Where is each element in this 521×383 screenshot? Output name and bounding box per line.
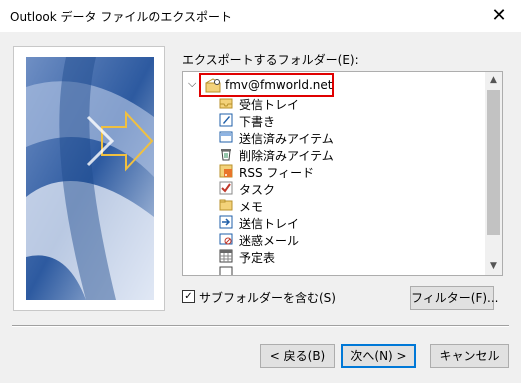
include-subfolders-label[interactable]: サブフォルダーを含む(S) [199,289,336,306]
wizard-illustration-panel [13,46,165,311]
inbox-icon [219,98,233,109]
scroll-thumb[interactable] [487,90,500,235]
next-button[interactable]: 次へ(N) > [341,344,416,368]
vertical-scrollbar[interactable]: ▲ ▼ [485,72,502,275]
folder-item-partial [219,265,459,275]
folder-list-label: エクスポートするフォルダー(E): [182,53,359,67]
filter-button[interactable]: フィルター(F)... [410,286,498,310]
folder-tree-items: ⌵ fmv@fmworld.net 受信トレイ 下書き 送信済みアイテム 削除済… [183,72,485,275]
folder-item-sent[interactable]: 送信済みアイテム [219,129,459,146]
window-title: Outlook データ ファイルのエクスポート [10,10,232,24]
junk-mail-icon [219,233,233,245]
collapse-chevron-icon[interactable]: ⌵ [188,77,196,91]
folder-tree[interactable]: ⌵ fmv@fmworld.net 受信トレイ 下書き 送信済みアイテム 削除済… [182,71,503,276]
folder-item-outbox[interactable]: 送信トレイ [219,214,459,231]
include-subfolders-checkbox[interactable]: ✓ [182,290,195,303]
notes-icon [219,199,233,211]
tasks-icon [219,181,233,195]
folder-item-deleted[interactable]: 削除済みアイテム [219,146,459,163]
folder-item-calendar[interactable]: 予定表 [219,248,459,265]
wizard-illustration [26,57,154,300]
cancel-button[interactable]: キャンセル [430,344,509,368]
rss-icon [219,164,233,178]
folder-item-drafts[interactable]: 下書き [219,112,459,129]
account-name: fmv@fmworld.net [225,78,333,92]
folder-item-rss[interactable]: RSS フィード [219,163,459,180]
deleted-items-icon [221,149,231,161]
export-dialog: Outlook データ ファイルのエクスポート ✕ エクスポートするフォルダー(… [0,0,521,383]
mailbox-icon [205,78,221,93]
folder-item-junk[interactable]: 迷惑メール [219,231,459,248]
scroll-up-icon[interactable]: ▲ [485,72,502,89]
contacts-icon [219,266,233,275]
folder-item-notes[interactable]: メモ [219,197,459,214]
folder-item-inbox[interactable]: 受信トレイ [219,95,459,112]
scroll-down-icon[interactable]: ▼ [485,258,502,275]
title-bar: Outlook データ ファイルのエクスポート ✕ [0,0,521,32]
close-icon[interactable]: ✕ [487,4,511,28]
button-separator [12,325,509,327]
calendar-icon [219,249,233,263]
drafts-icon [219,113,233,127]
folder-item-tasks[interactable]: タスク [219,180,459,197]
sent-items-icon [219,131,233,143]
back-button[interactable]: < 戻る(B) [260,344,335,368]
selected-account-highlight: fmv@fmworld.net [199,73,334,97]
outbox-icon [219,215,233,229]
tree-root-row[interactable]: ⌵ fmv@fmworld.net [183,73,483,97]
